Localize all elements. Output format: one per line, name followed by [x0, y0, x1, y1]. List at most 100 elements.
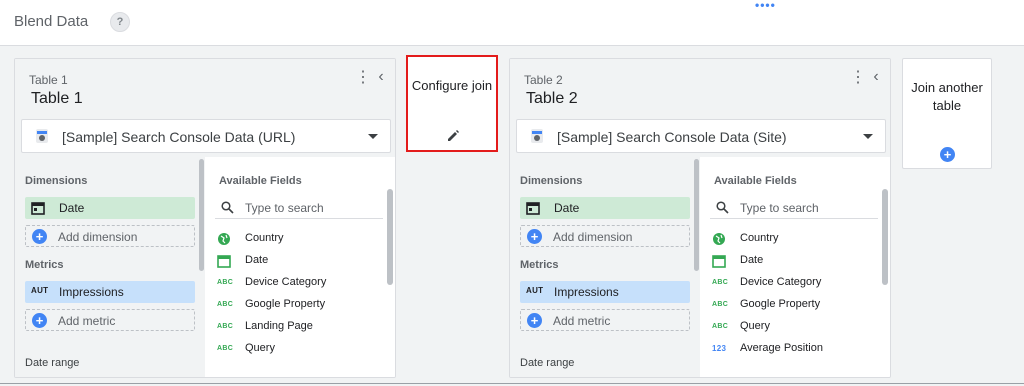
field-item[interactable]: Country [710, 229, 870, 249]
available-fields-column: Available Fields Country Date ABC Device… [205, 157, 395, 377]
add-metric-button[interactable]: + Add metric [25, 309, 195, 331]
field-label: Landing Page [245, 320, 313, 332]
text-type-icon: ABC [712, 279, 729, 286]
search-icon [716, 201, 729, 214]
dimension-chip[interactable]: Date [25, 197, 195, 219]
add-metric-label: Add metric [58, 314, 116, 328]
add-dimension-label: Add dimension [58, 230, 138, 244]
plus-icon: + [527, 229, 542, 244]
calendar-icon [526, 202, 540, 215]
plus-icon: + [32, 313, 47, 328]
table-header [15, 59, 395, 171]
field-search [710, 197, 878, 219]
field-item[interactable]: Country [215, 229, 375, 249]
scrollbar[interactable] [694, 159, 699, 271]
table-name[interactable]: Table 2 [526, 90, 578, 108]
text-type-icon: ABC [217, 279, 234, 286]
scrollbar[interactable] [199, 159, 204, 271]
field-label: Device Category [245, 276, 327, 288]
available-fields-title: Available Fields [219, 175, 302, 187]
globe-icon [713, 233, 725, 245]
text-type-icon: ABC [217, 301, 234, 308]
field-label: Query [740, 320, 770, 332]
add-dimension-button[interactable]: + Add dimension [25, 225, 195, 247]
help-icon[interactable]: ? [110, 12, 130, 32]
field-item[interactable]: ABC Query [215, 339, 375, 359]
chevron-down-icon [863, 134, 873, 139]
metrics-title: Metrics [25, 259, 64, 271]
more-vert-icon[interactable]: ⋮ [355, 69, 371, 87]
search-icon [221, 201, 234, 214]
date-range-title: Date range [25, 357, 80, 369]
search-input[interactable] [740, 199, 870, 217]
available-fields-title: Available Fields [714, 175, 797, 187]
text-type-icon: ABC [712, 323, 729, 330]
field-item[interactable]: ABC Device Category [215, 273, 375, 293]
metrics-title: Metrics [520, 259, 559, 271]
data-source-icon [36, 129, 48, 143]
metric-chip[interactable]: AUT Impressions [25, 281, 195, 303]
add-dimension-label: Add dimension [553, 230, 633, 244]
more-dots-icon[interactable]: •••• [755, 0, 776, 11]
data-source-select[interactable]: [Sample] Search Console Data (URL) [21, 119, 391, 153]
field-item[interactable]: ABC Query [710, 317, 870, 337]
aut-badge: AUT [31, 286, 49, 295]
field-item[interactable]: 123 Average Position [710, 339, 870, 359]
data-source-select[interactable]: [Sample] Search Console Data (Site) [516, 119, 886, 153]
table-small-name: Table 1 [29, 73, 68, 87]
search-input[interactable] [245, 199, 375, 217]
field-label: Country [245, 232, 284, 244]
configure-join-button[interactable]: Configure join [406, 55, 498, 152]
calendar-icon [217, 255, 231, 268]
metric-label: Impressions [59, 285, 124, 299]
field-label: Google Property [245, 298, 326, 310]
data-source-icon [531, 129, 543, 143]
field-item[interactable]: ABC Google Property [710, 295, 870, 315]
field-label: Country [740, 232, 779, 244]
field-item[interactable]: Date [710, 251, 870, 271]
calendar-icon [31, 202, 45, 215]
calendar-icon [712, 255, 726, 268]
text-type-icon: ABC [712, 301, 729, 308]
field-item[interactable]: ABC Google Property [215, 295, 375, 315]
available-fields-column: Available Fields Country Date ABC Device… [700, 157, 890, 377]
dimensions-title: Dimensions [25, 175, 88, 187]
scrollbar[interactable] [387, 189, 393, 285]
number-type-icon: 123 [712, 344, 727, 353]
collapse-icon[interactable]: ‹ [373, 68, 389, 86]
field-item[interactable]: ABC Device Category [710, 273, 870, 293]
add-metric-label: Add metric [553, 314, 611, 328]
data-source-label: [Sample] Search Console Data (URL) [62, 129, 296, 145]
metric-label: Impressions [554, 285, 619, 299]
aut-badge: AUT [526, 286, 544, 295]
fields-config-column: Dimensions Date + Add dimension Metrics … [510, 157, 700, 377]
add-dimension-button[interactable]: + Add dimension [520, 225, 690, 247]
date-range-title: Date range [520, 357, 575, 369]
divider [0, 383, 1024, 384]
table-header [510, 59, 890, 171]
table-panel-1: Table 1 Table 1 ⋮ ‹ [Sample] Search Cons… [14, 58, 396, 378]
join-another-table-label: Join another table [911, 80, 983, 113]
text-type-icon: ABC [217, 323, 234, 330]
scrollbar[interactable] [882, 189, 888, 285]
join-another-table-button[interactable]: Join another table + [902, 58, 992, 169]
table-name[interactable]: Table 1 [31, 90, 83, 108]
dimension-label: Date [554, 201, 580, 215]
table-panel-2: Table 2 Table 2 ⋮ ‹ [Sample] Search Cons… [509, 58, 891, 378]
dimension-chip[interactable]: Date [520, 197, 690, 219]
chevron-down-icon [368, 134, 378, 139]
add-metric-button[interactable]: + Add metric [520, 309, 690, 331]
text-type-icon: ABC [217, 345, 234, 352]
field-item[interactable]: ABC Landing Page [215, 317, 375, 337]
field-label: Date [245, 254, 269, 266]
page-title: Blend Data [14, 13, 89, 30]
more-vert-icon[interactable]: ⋮ [850, 69, 866, 87]
data-source-label: [Sample] Search Console Data (Site) [557, 129, 787, 145]
field-item[interactable]: Date [215, 251, 375, 271]
collapse-icon[interactable]: ‹ [868, 68, 884, 86]
field-label: Device Category [740, 276, 822, 288]
configure-join-label: Configure join [411, 78, 493, 93]
plus-icon: + [940, 147, 955, 162]
metric-chip[interactable]: AUT Impressions [520, 281, 690, 303]
dimensions-title: Dimensions [520, 175, 583, 187]
